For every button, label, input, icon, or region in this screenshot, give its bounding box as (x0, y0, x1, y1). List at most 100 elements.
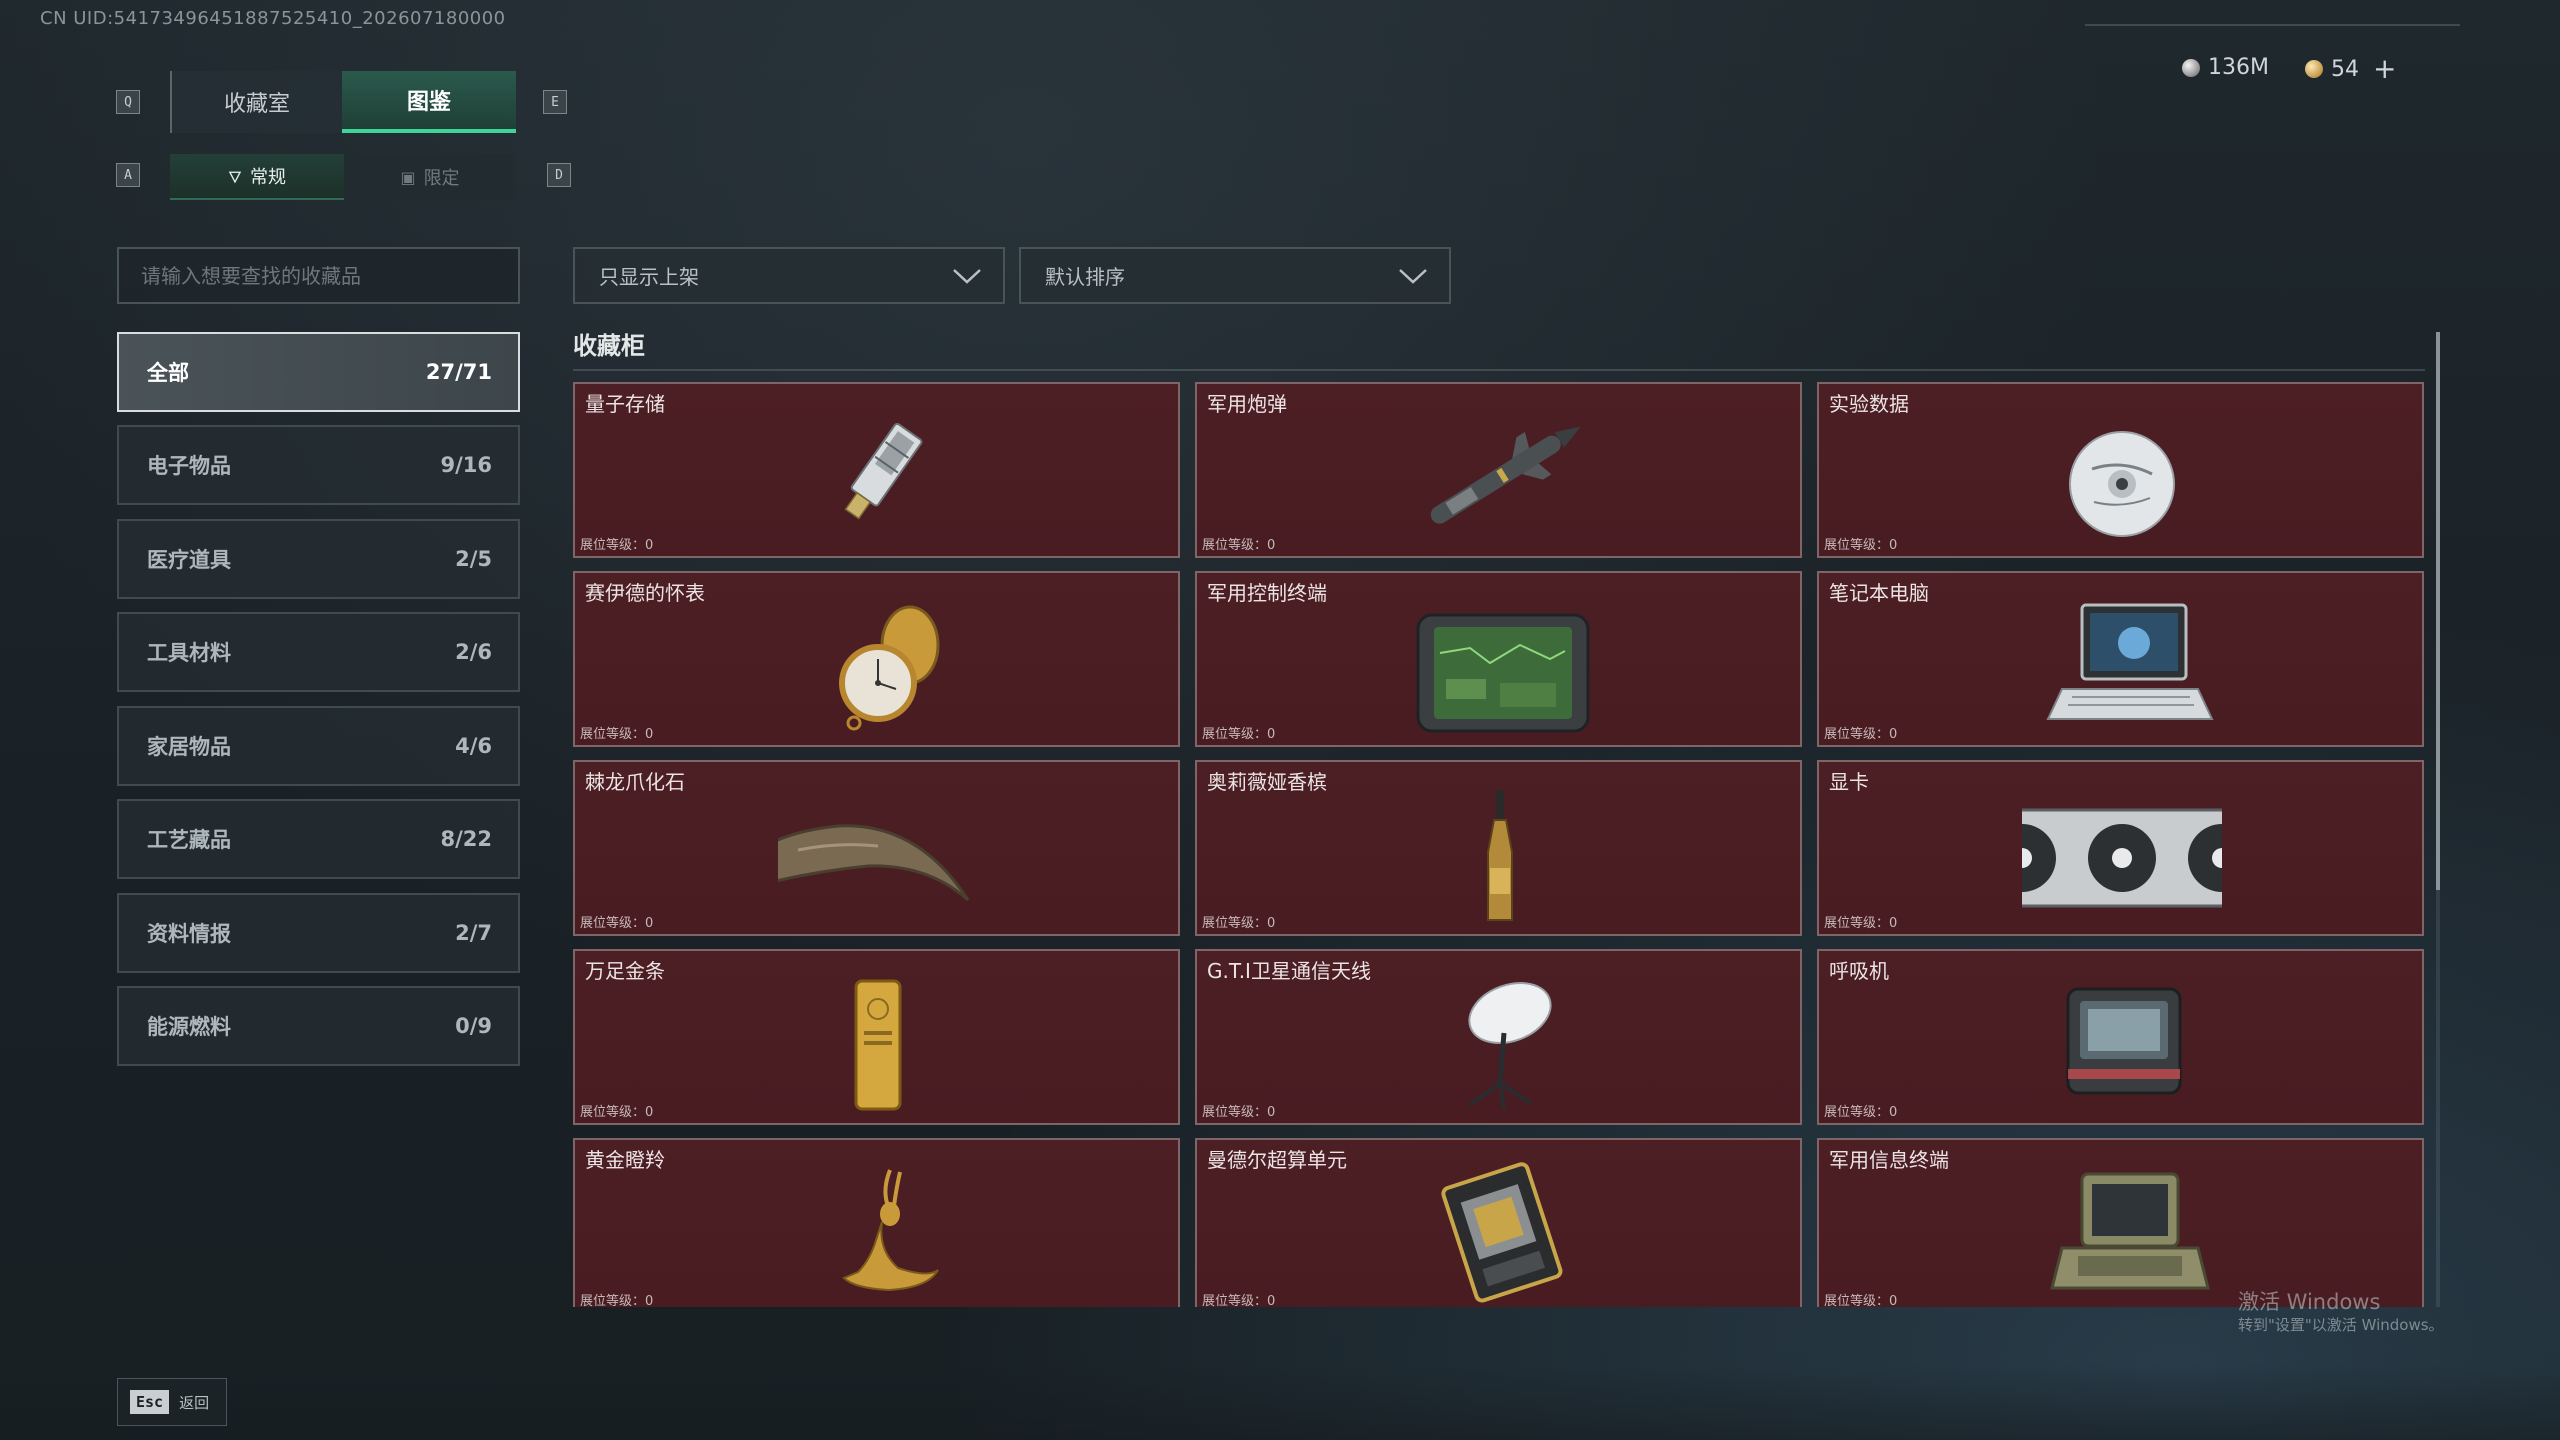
card-level: 展位等级：0 (1824, 538, 1898, 553)
card-name: 显卡 (1829, 770, 1869, 794)
chevron-down-icon (1399, 268, 1427, 284)
collection-card[interactable]: G.T.I卫星通信天线 展位等级：0 (1195, 949, 1802, 1125)
subtab-regular-label: 常规 (249, 167, 286, 188)
category-count: 8/22 (440, 827, 492, 851)
windows-watermark-title: 激活 Windows (2238, 1290, 2381, 1314)
card-name: 奥莉薇娅香槟 (1207, 770, 1327, 794)
card-level: 展位等级：0 (580, 1294, 654, 1307)
bottle-icon: 🜄 (228, 167, 242, 187)
ventilator-icon (2022, 971, 2222, 1117)
collection-card[interactable]: 军用信息终端 展位等级：0 (1817, 1138, 2424, 1307)
bottom-bar (0, 1364, 2560, 1440)
category-household[interactable]: 家居物品 4/6 (117, 706, 520, 786)
computing-unit-icon (1400, 1160, 1600, 1306)
claw-fossil-icon (746, 782, 978, 928)
collection-card[interactable]: 万足金条 展位等级：0 (573, 949, 1180, 1125)
category-label: 工具材料 (147, 641, 231, 665)
collection-card[interactable]: 量子存储 展位等级：0 (573, 382, 1180, 558)
scrollbar-thumb[interactable] (2436, 332, 2440, 890)
card-level: 展位等级：0 (1202, 1294, 1276, 1307)
category-count: 27/71 (425, 360, 492, 384)
missile-icon (1400, 404, 1600, 550)
collection-card[interactable]: 笔记本电脑 展位等级：0 (1817, 571, 2424, 747)
category-count: 0/9 (455, 1014, 492, 1038)
category-medical[interactable]: 医疗道具 2/5 (117, 519, 520, 599)
collection-grid: 量子存储 展位等级：0 军用炮弹 展位等级：0 实验数据 展位等级：0 赛伊德的… (573, 382, 2425, 1307)
key-hint-e: E (543, 90, 567, 114)
satellite-dish-icon (1400, 971, 1600, 1117)
card-level: 展位等级：0 (1202, 727, 1276, 742)
category-label: 电子物品 (147, 454, 231, 478)
card-name: 黄金瞪羚 (585, 1148, 665, 1172)
card-name: 曼德尔超算单元 (1207, 1148, 1347, 1172)
pocket-watch-icon (778, 593, 978, 739)
category-tools[interactable]: 工具材料 2/6 (117, 612, 520, 692)
esc-key-hint: Esc (130, 1390, 170, 1414)
collection-card[interactable]: 呼吸机 展位等级：0 (1817, 949, 2424, 1125)
collection-card[interactable]: 赛伊德的怀表 展位等级：0 (573, 571, 1180, 747)
card-level: 展位等级：0 (580, 538, 654, 553)
subtab-limited[interactable]: ▣ 限定 (344, 154, 516, 200)
silver-coin-icon (2182, 58, 2200, 77)
category-label: 家居物品 (147, 735, 231, 759)
card-level: 展位等级：0 (1202, 538, 1276, 553)
champagne-icon (1400, 782, 1600, 928)
collection-card[interactable]: 棘龙爪化石 展位等级：0 (573, 760, 1180, 936)
search-input[interactable] (117, 247, 520, 304)
section-title: 收藏柜 (573, 332, 645, 360)
gold-bar-icon (778, 971, 978, 1117)
currency-gold: 54 + (2305, 55, 2396, 83)
card-level: 展位等级：0 (1824, 727, 1898, 742)
tab-codex[interactable]: 图鉴 (342, 71, 516, 133)
card-name: 棘龙爪化石 (585, 770, 685, 794)
back-button[interactable]: Esc 返回 (117, 1378, 227, 1426)
category-electronics[interactable]: 电子物品 9/16 (117, 425, 520, 505)
card-name: 笔记本电脑 (1829, 581, 1929, 605)
category-label: 全部 (147, 361, 189, 385)
collection-card[interactable]: 军用控制终端 展位等级：0 (1195, 571, 1802, 747)
card-name: 赛伊德的怀表 (585, 581, 705, 605)
silver-amount: 136M (2208, 55, 2269, 80)
category-count: 2/7 (455, 921, 492, 945)
chevron-down-icon (953, 268, 981, 284)
control-terminal-icon (1400, 593, 1600, 739)
info-terminal-icon (2022, 1160, 2222, 1306)
card-level: 展位等级：0 (1202, 916, 1276, 931)
collection-card[interactable]: 实验数据 展位等级：0 (1817, 382, 2424, 558)
tab-collection-room[interactable]: 收藏室 (170, 71, 342, 133)
category-count: 2/5 (455, 547, 492, 571)
card-level: 展位等级：0 (580, 1105, 654, 1120)
category-count: 9/16 (440, 453, 492, 477)
gold-coin-icon (2305, 60, 2323, 78)
windows-watermark-subtitle: 转到"设置"以激活 Windows。 (2238, 1316, 2444, 1334)
sort-dropdown[interactable]: 默认排序 (1019, 247, 1451, 304)
card-level: 展位等级：0 (1824, 1105, 1898, 1120)
category-count: 2/6 (455, 640, 492, 664)
collection-card[interactable]: 黄金瞪羚 展位等级：0 (573, 1138, 1180, 1307)
category-intel[interactable]: 资料情报 2/7 (117, 893, 520, 973)
card-name: 量子存储 (585, 392, 665, 416)
category-label: 资料情报 (147, 922, 231, 946)
category-count: 4/6 (455, 734, 492, 758)
card-level: 展位等级：0 (580, 916, 654, 931)
category-label: 能源燃料 (147, 1015, 231, 1039)
collection-card[interactable]: 奥莉薇娅香槟 展位等级：0 (1195, 760, 1802, 936)
card-level: 展位等级：0 (1824, 1294, 1898, 1307)
category-fuel[interactable]: 能源燃料 0/9 (117, 986, 520, 1066)
collection-card[interactable]: 显卡 展位等级：0 (1817, 760, 2424, 936)
section-divider (573, 369, 2425, 371)
card-name: 万足金条 (585, 959, 665, 983)
app-root: CN UID:54173496451887525410_202607180000… (0, 0, 2560, 1440)
add-currency-button[interactable]: + (2373, 55, 2396, 83)
disc-icon (2022, 404, 2222, 550)
gold-amount: 54 (2331, 56, 2359, 82)
sort-dropdown-value: 默认排序 (1045, 265, 1125, 289)
subtab-regular[interactable]: 🜄 常规 (170, 154, 344, 200)
filter-dropdown[interactable]: 只显示上架 (573, 247, 1005, 304)
collection-card[interactable]: 曼德尔超算单元 展位等级：0 (1195, 1138, 1802, 1307)
subtab-limited-label: 限定 (423, 168, 460, 189)
collection-card[interactable]: 军用炮弹 展位等级：0 (1195, 382, 1802, 558)
category-all[interactable]: 全部 27/71 (117, 332, 520, 412)
back-label: 返回 (179, 1393, 210, 1412)
category-crafts[interactable]: 工艺藏品 8/22 (117, 799, 520, 879)
